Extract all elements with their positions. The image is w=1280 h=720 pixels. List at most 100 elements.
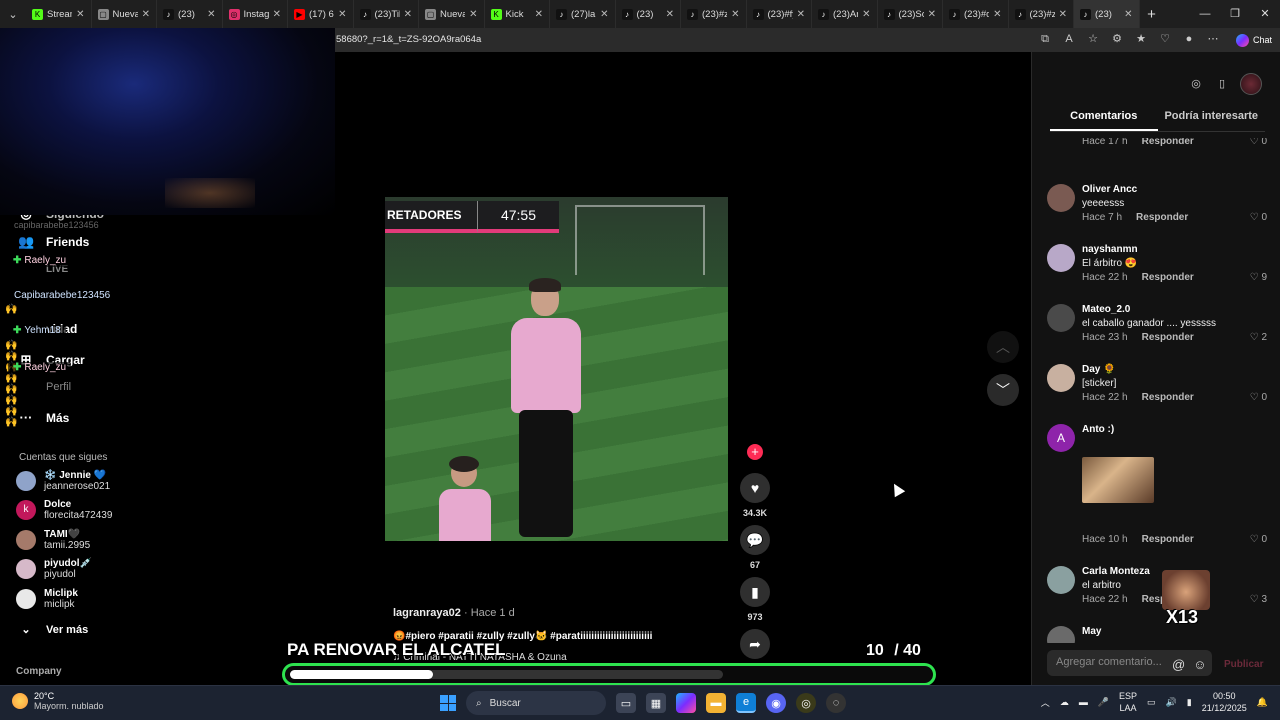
commenter-name[interactable]: May — [1082, 626, 1101, 637]
folder-tray-icon[interactable]: ▬ — [1079, 697, 1088, 707]
followed-account[interactable]: piyudol💉 piyudol — [16, 558, 92, 580]
tab-might-interest[interactable]: Podría interesarte — [1158, 110, 1266, 131]
user-avatar[interactable] — [1240, 73, 1262, 95]
notifications-icon[interactable]: 🔔 — [1257, 697, 1268, 708]
close-tab-icon[interactable]: ✕ — [731, 9, 739, 20]
commenter-name[interactable]: Day 🌻 — [1082, 364, 1116, 375]
file-explorer-icon[interactable]: ▬ — [706, 693, 726, 713]
close-tab-icon[interactable]: ✕ — [993, 9, 1001, 20]
task-view-icon[interactable]: ▭ — [616, 693, 636, 713]
browser-tab[interactable]: ♪(23)#zu✕ — [1009, 0, 1074, 28]
browser-tab[interactable]: ♪(23)#zu✕ — [681, 0, 747, 28]
close-tab-icon[interactable]: ✕ — [76, 9, 84, 20]
browser-tab[interactable]: ▶ (17) 6 ✕ — [288, 0, 354, 28]
translate-icon[interactable]: A — [1062, 32, 1076, 46]
close-tab-icon[interactable]: ✕ — [207, 9, 215, 20]
discord-icon[interactable]: ◉ — [766, 693, 786, 713]
commenter-avatar[interactable] — [1047, 184, 1075, 212]
commenter-avatar[interactable] — [1047, 304, 1075, 332]
favorite-star-icon[interactable]: ☆ — [1086, 32, 1100, 46]
close-tab-icon[interactable]: ✕ — [1124, 9, 1132, 20]
browser-tab[interactable]: ▢ Nueva ✕ — [92, 0, 157, 28]
close-tab-icon[interactable]: ✕ — [1059, 9, 1067, 20]
url-text[interactable]: 58680?_r=1&_t=ZS-92OA9ra064a — [336, 34, 481, 45]
close-tab-icon[interactable]: ✕ — [666, 9, 674, 20]
favorites-icon[interactable]: ★ — [1134, 32, 1148, 46]
video-player[interactable]: RETADORES 47:55 — [385, 197, 728, 541]
browser-tab[interactable]: ♪ (23) ✕ — [1074, 0, 1140, 28]
browser-tab[interactable]: ♪ (23) ✕ — [616, 0, 681, 28]
mic-icon[interactable]: 🎤 — [1098, 697, 1109, 708]
volume-icon[interactable]: 🔊 — [1166, 697, 1177, 708]
reply-button[interactable]: Responder — [1142, 138, 1194, 147]
commenter-avatar[interactable]: A — [1047, 424, 1075, 452]
close-tab-icon[interactable]: ✕ — [928, 9, 936, 20]
video-author[interactable]: lagranraya02 · Hace 1 d — [393, 607, 515, 619]
reply-button[interactable]: Responder — [1142, 272, 1194, 283]
weather-widget[interactable]: 20°C Mayorm. nublado — [12, 691, 104, 711]
tab-comments[interactable]: Comentarios — [1050, 110, 1158, 131]
browser-tab[interactable]: K Stream ✕ — [26, 0, 92, 28]
comment-like-button[interactable]: ♡ 9 — [1250, 272, 1267, 283]
comment-like-button[interactable]: ♡ 3 — [1250, 594, 1267, 605]
emoji-icon[interactable]: ☺ — [1193, 657, 1206, 672]
reply-button[interactable]: Responder — [1136, 212, 1188, 223]
commenter-avatar[interactable] — [1047, 566, 1075, 594]
close-tab-icon[interactable]: ✕ — [404, 9, 412, 20]
browser-tab[interactable]: ▢ Nueva ✕ — [419, 0, 485, 28]
language-indicator[interactable]: ESP LAA — [1119, 690, 1137, 714]
next-video-button[interactable]: ﹀ — [987, 374, 1019, 406]
device-icon[interactable]: ▯ — [1214, 76, 1230, 92]
sidebar-item-profile[interactable]: Perfil — [18, 381, 71, 393]
comment-like-button[interactable]: ♡ 0 — [1250, 212, 1267, 223]
browser-tab[interactable]: K Kick ✕ — [485, 0, 550, 28]
reply-button[interactable]: Responder — [1142, 534, 1194, 545]
commenter-avatar[interactable] — [1047, 364, 1075, 392]
close-tab-icon[interactable]: ✕ — [273, 9, 281, 20]
mention-icon[interactable]: @ — [1172, 657, 1185, 672]
save-button[interactable]: ▮ — [740, 577, 770, 607]
tray-chevron-icon[interactable]: ︿ — [1041, 696, 1050, 709]
restore-icon[interactable]: ❐ — [1220, 0, 1250, 28]
commenter-name[interactable]: Carla Monteza — [1082, 566, 1150, 577]
comment-button[interactable]: 💬 — [740, 525, 770, 555]
tab-list-chevron-icon[interactable]: ⌄ — [0, 0, 26, 28]
close-tab-icon[interactable]: ✕ — [469, 9, 477, 20]
share-button[interactable]: ➦ — [740, 629, 770, 659]
close-tab-icon[interactable]: ✕ — [338, 9, 346, 20]
follow-plus-button[interactable]: + — [747, 444, 763, 460]
close-tab-icon[interactable]: ✕ — [862, 9, 870, 20]
browser-tab[interactable]: ♪(23)#fy ✕ — [747, 0, 812, 28]
onedrive-icon[interactable]: ☁ — [1060, 697, 1069, 708]
chat-button[interactable]: Chat — [1235, 32, 1272, 48]
browser-tab[interactable]: ♪ (23)Ari ✕ — [812, 0, 878, 28]
commenter-name[interactable]: Oliver Ancc — [1082, 184, 1137, 195]
commenter-name[interactable]: Anto :) — [1082, 424, 1114, 435]
taskbar-search[interactable]: ⌕ Buscar — [466, 691, 606, 715]
close-tab-icon[interactable]: ✕ — [797, 9, 805, 20]
reply-button[interactable]: Responder — [1142, 332, 1194, 343]
browser-tab[interactable]: ♪ (23) ✕ — [157, 0, 223, 28]
windows-start-icon[interactable] — [440, 695, 456, 711]
coin-icon[interactable]: ◎ — [1188, 76, 1204, 92]
edge-icon[interactable]: e — [736, 693, 756, 713]
app-icon[interactable]: ◎ — [796, 693, 816, 713]
copilot-browser-icon[interactable]: ♡ — [1158, 32, 1172, 46]
commenter-name[interactable]: Mateo_2.0 — [1082, 304, 1130, 315]
followed-account[interactable]: TAMI🖤 tamii.2995 — [16, 529, 90, 551]
commenter-avatar[interactable] — [1047, 626, 1075, 643]
comment-like-button[interactable]: ♡ 0 — [1250, 534, 1267, 545]
sidebar-item-more[interactable]: ··· Más — [18, 410, 70, 425]
browser-tab[interactable]: ♪(23)Sol ✕ — [878, 0, 943, 28]
browser-tab[interactable]: ♪(23)Tik ✕ — [354, 0, 419, 28]
close-tab-icon[interactable]: ✕ — [600, 9, 608, 20]
browser-tab[interactable]: ♪ (23)#di ✕ — [943, 0, 1009, 28]
browser-tab[interactable]: ◎Instagr ✕ — [223, 0, 288, 28]
commenter-avatar[interactable] — [1047, 244, 1075, 272]
open-app-icon[interactable]: ⧉ — [1038, 32, 1052, 46]
followed-account[interactable]: Miclipk miclipk — [16, 588, 78, 610]
see-more-button[interactable]: ⌄ Ver más — [18, 623, 88, 637]
followed-account[interactable]: k Dolce florecita472439 — [16, 499, 112, 521]
like-button[interactable]: ♥ — [740, 473, 770, 503]
menu-dots-icon[interactable]: ⋯ — [1206, 32, 1220, 46]
